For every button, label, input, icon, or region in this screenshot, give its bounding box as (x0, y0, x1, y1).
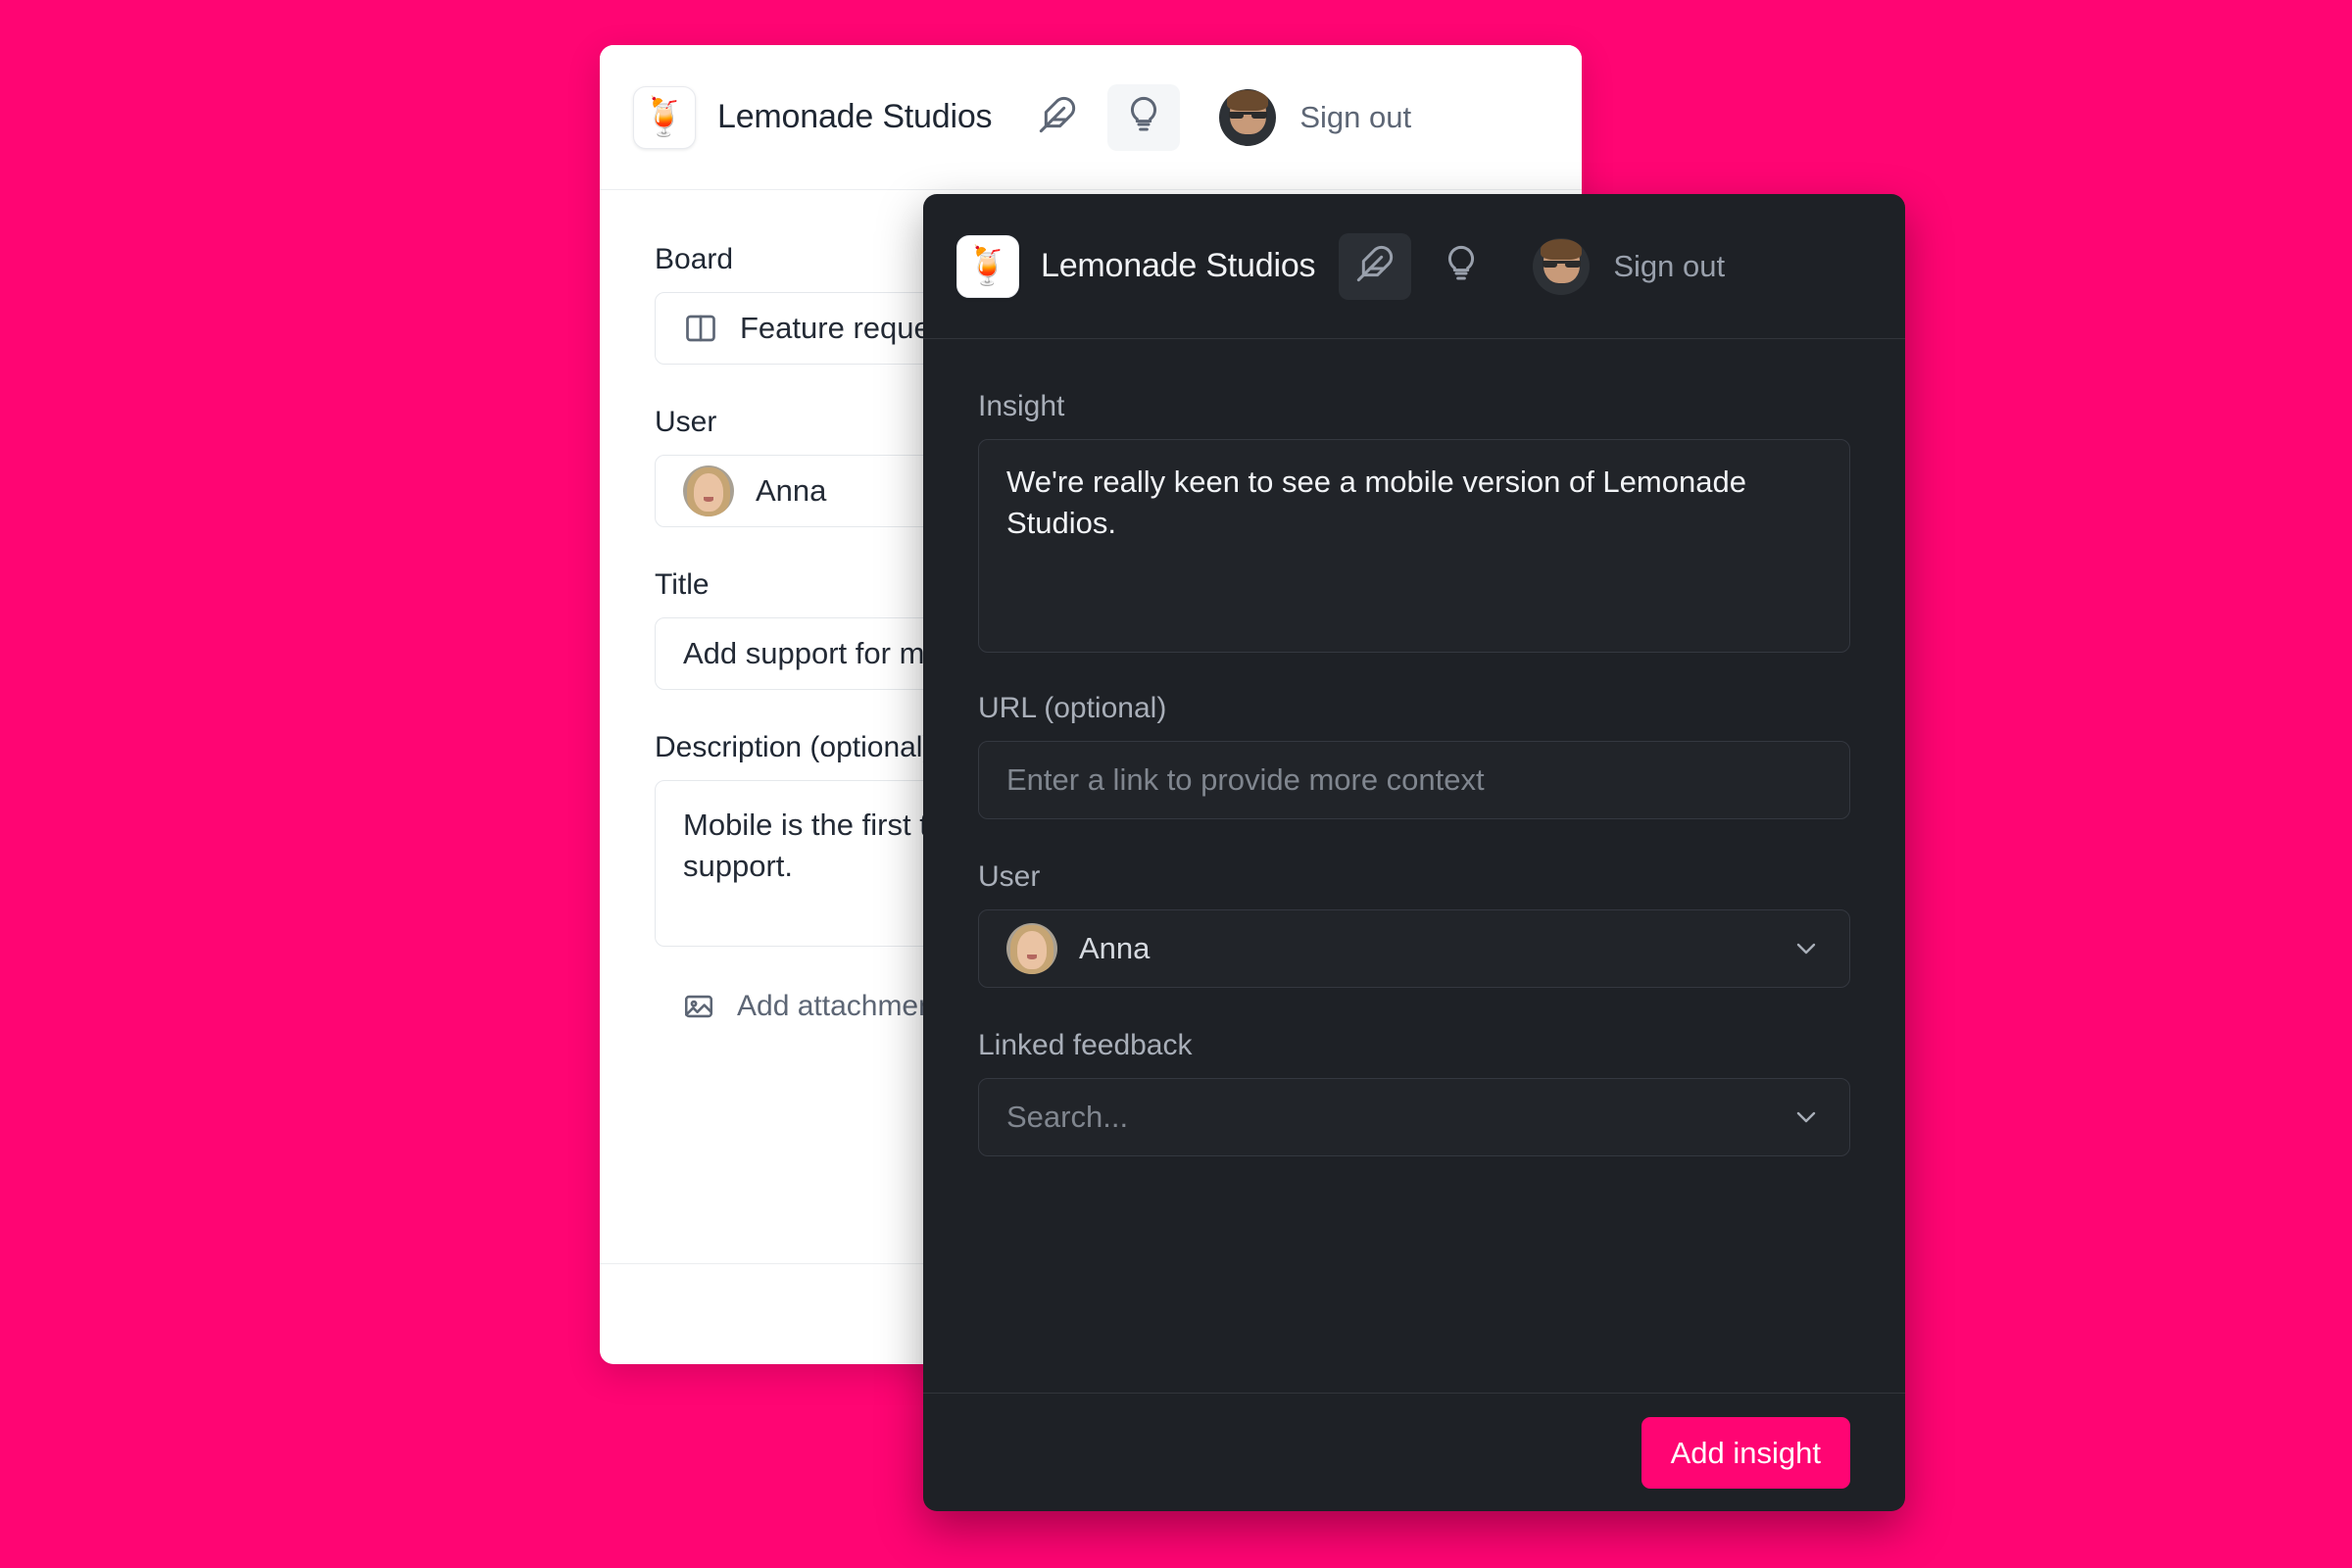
brand-logo-glyph: 🍹 (964, 245, 1011, 287)
insight-label: Insight (978, 390, 1065, 422)
user-value: Anna (1079, 931, 1151, 965)
lemonade-pitcher-emoji-icon: 🍹 (633, 85, 696, 149)
feather-tab-button[interactable] (1021, 84, 1094, 151)
lightbulb-icon (1442, 244, 1481, 288)
feather-icon (1355, 244, 1395, 288)
chevron-down-icon[interactable] (1790, 933, 1822, 964)
smile-shape (1026, 955, 1038, 959)
user-value: Anna (756, 473, 827, 508)
image-icon (682, 990, 715, 1023)
add-attachment-label: Add attachment (737, 990, 944, 1022)
user-select[interactable]: Anna (978, 909, 1850, 988)
brand-name: Lemonade Studios (717, 98, 993, 135)
url-input[interactable]: Enter a link to provide more context (978, 741, 1850, 819)
lemonade-pitcher-emoji-icon: 🍹 (956, 234, 1019, 298)
linked-feedback-placeholder: Search... (1006, 1100, 1129, 1134)
user-avatar (1006, 923, 1057, 974)
dark-widget-footer: Add insight (923, 1393, 1905, 1511)
lightbulb-icon (1124, 95, 1163, 139)
feather-tab-button[interactable] (1339, 232, 1412, 300)
dark-widget-body: Insight We're really keen to see a mobil… (923, 339, 1905, 1393)
insight-textarea[interactable]: We're really keen to see a mobile versio… (978, 439, 1850, 653)
insights-tab-button[interactable] (1107, 83, 1181, 151)
sign-out-link[interactable]: Sign out (1613, 249, 1725, 284)
header-avatar[interactable] (1533, 237, 1591, 295)
smile-shape (703, 497, 714, 502)
brand-logo-glyph: 🍹 (641, 96, 688, 138)
chevron-down-icon[interactable] (1790, 1102, 1822, 1133)
user-label: User (978, 860, 1041, 893)
feather-icon (1038, 95, 1077, 139)
add-insight-button[interactable]: Add insight (1641, 1416, 1850, 1489)
url-placeholder: Enter a link to provide more context (1006, 762, 1485, 797)
sign-out-link[interactable]: Sign out (1299, 100, 1411, 135)
glasses-icon (1228, 111, 1268, 121)
user-avatar (683, 466, 734, 516)
header-avatar[interactable] (1219, 88, 1277, 146)
url-label: URL (optional) (978, 692, 1167, 724)
brand-name: Lemonade Studios (1041, 247, 1316, 284)
columns-icon (683, 311, 718, 346)
glasses-icon (1542, 260, 1582, 270)
light-widget-header: 🍹 Lemonade Studios Sign out (600, 45, 1582, 190)
linked-feedback-search[interactable]: Search... (978, 1078, 1850, 1156)
dark-insight-widget: 🍹 Lemonade Studios Sign out Insight We'r… (923, 194, 1905, 1511)
dark-widget-header: 🍹 Lemonade Studios Sign out (923, 194, 1905, 339)
insights-tab-button[interactable] (1425, 233, 1497, 300)
linked-feedback-label: Linked feedback (978, 1029, 1193, 1061)
